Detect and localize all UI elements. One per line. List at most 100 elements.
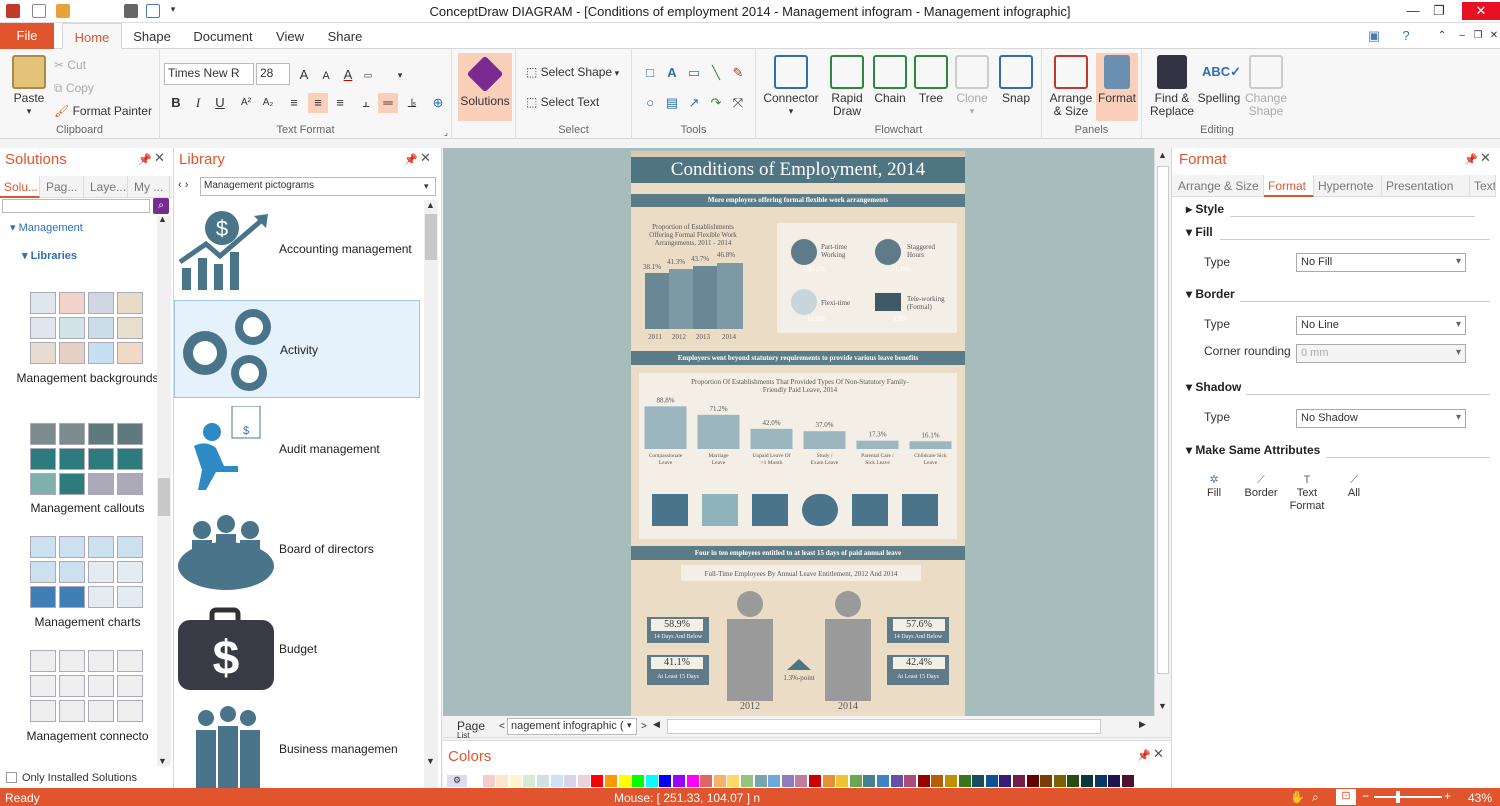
tab-hypernote[interactable]: Hypernote — [1314, 175, 1382, 197]
zoom-slider-thumb[interactable] — [1396, 791, 1400, 803]
zoom-in-icon[interactable]: + — [1444, 789, 1451, 803]
shadow-section[interactable]: ▾ Shadow — [1186, 380, 1241, 394]
format-panel-button[interactable]: Format — [1096, 53, 1138, 121]
format-pin-icon[interactable]: 📌 — [1464, 153, 1478, 166]
library-close-icon[interactable]: ✕ — [420, 150, 431, 166]
doc-close-icon[interactable]: ✕ — [1486, 28, 1500, 44]
horizontal-scrollbar[interactable] — [667, 719, 1101, 734]
solutions-button[interactable]: Solutions — [458, 53, 512, 121]
color-swatch[interactable] — [768, 775, 781, 787]
color-swatch[interactable] — [673, 775, 685, 787]
color-swatch[interactable] — [1081, 775, 1093, 787]
color-swatch[interactable] — [741, 775, 753, 787]
text-box-tool-icon[interactable]: ▤ — [664, 95, 680, 111]
copy-button[interactable]: ⧉ Copy — [54, 81, 94, 96]
tree-libraries[interactable]: ▾ Libraries — [22, 249, 77, 262]
color-swatch[interactable] — [659, 775, 672, 787]
tab-my-libraries[interactable]: My ... — [130, 176, 170, 198]
color-swatch[interactable] — [591, 775, 604, 787]
font-family-select[interactable]: Times New R — [164, 63, 254, 85]
color-swatch[interactable] — [1040, 775, 1053, 787]
pan-hand-icon[interactable]: ✋ — [1290, 790, 1305, 804]
library-pin-icon[interactable]: 📌 — [404, 153, 418, 166]
solutions-search-input[interactable] — [2, 199, 150, 213]
zoom-out-icon[interactable]: − — [1362, 789, 1369, 803]
drawing-canvas[interactable]: Conditions of Employment, 2014 More empl… — [443, 148, 1154, 716]
color-swatch[interactable] — [849, 775, 862, 787]
page-next-icon[interactable]: > — [641, 721, 647, 732]
color-swatch[interactable] — [550, 775, 563, 787]
format-painter-button[interactable]: 🖌 Format Painter — [54, 104, 152, 118]
color-swatch[interactable] — [1108, 775, 1121, 787]
tab-shape[interactable]: Shape — [128, 23, 176, 49]
style-section[interactable]: ▸ Style — [1186, 202, 1224, 216]
restore-button[interactable]: ❐ — [1424, 2, 1454, 20]
color-swatch[interactable] — [836, 775, 849, 787]
select-shape-button[interactable]: ⬚ Select Shape ▾ — [526, 65, 619, 79]
doc-minimize-icon[interactable]: – — [1454, 28, 1470, 44]
color-swatch[interactable] — [958, 775, 971, 787]
canvas-vertical-scrollbar[interactable]: ▲ ▼ — [1154, 148, 1171, 716]
font-size-select[interactable]: 28 — [256, 63, 290, 85]
cut-button[interactable]: ✂ Cut — [54, 58, 86, 72]
make-same-section[interactable]: ▾ Make Same Attributes — [1186, 443, 1320, 457]
library-nav-icon[interactable]: ‹ › — [178, 179, 188, 191]
close-button[interactable]: ✕ — [1462, 2, 1500, 20]
color-swatch[interactable] — [917, 775, 930, 787]
make-same-fill-button[interactable]: ✲ Fill — [1196, 474, 1232, 500]
tree-button[interactable]: Tree — [912, 55, 950, 105]
page-tab-dropdown-icon[interactable]: ▾ — [627, 720, 632, 731]
color-swatch[interactable] — [564, 775, 577, 787]
color-swatch[interactable] — [890, 775, 903, 787]
tab-layers[interactable]: Laye... — [86, 176, 128, 198]
colors-pin-icon[interactable]: 📌 — [1137, 749, 1151, 762]
arc-tool-icon[interactable]: ↷ — [708, 95, 724, 111]
scroll-thumb[interactable] — [425, 214, 437, 260]
tab-home[interactable]: Home — [62, 23, 122, 49]
text-options-dropdown-icon[interactable]: ▾ — [392, 67, 408, 83]
library-management-callouts[interactable]: Management callouts — [10, 501, 165, 516]
color-swatch[interactable] — [632, 775, 645, 787]
list-item-audit[interactable]: $ Audit management — [174, 400, 420, 498]
tab-view[interactable]: View — [268, 23, 312, 49]
page-list-button[interactable]: Page List — [457, 720, 485, 740]
tab-presentation[interactable]: Presentation — [1382, 175, 1470, 197]
library-dropdown-icon[interactable]: ▾ — [424, 181, 429, 192]
change-shape-button[interactable]: Change Shape — [1242, 55, 1290, 118]
color-swatch[interactable] — [523, 775, 536, 787]
corner-rounding-select[interactable]: 0 mm — [1296, 344, 1466, 363]
clone-button[interactable]: Clone ▾ — [952, 55, 992, 118]
solutions-pin-icon[interactable]: 📌 — [138, 153, 152, 166]
align-middle-icon[interactable]: ═ — [378, 93, 398, 113]
ellipse-tool-icon[interactable]: ○ — [642, 95, 658, 111]
scroll-up-icon[interactable]: ▲ — [158, 214, 167, 224]
font-color-icon[interactable]: A — [340, 67, 356, 83]
library-management-charts[interactable]: Management charts — [10, 615, 165, 630]
color-swatch[interactable] — [754, 775, 767, 787]
color-swatch[interactable] — [1053, 775, 1066, 787]
paste-button[interactable]: Paste ▾ — [8, 55, 50, 118]
tree-management[interactable]: ▾ Management — [10, 221, 83, 234]
subscript-icon[interactable]: A₂ — [260, 95, 276, 111]
scroll-down-icon[interactable]: ▼ — [426, 756, 435, 766]
chain-button[interactable]: Chain — [870, 55, 910, 105]
zoom-slider[interactable] — [1374, 796, 1442, 798]
solutions-scrollbar[interactable]: ▲ ▼ — [157, 214, 171, 766]
text-direction-icon[interactable]: ⊕ — [430, 95, 446, 111]
color-swatch[interactable] — [822, 775, 835, 787]
make-same-text-button[interactable]: T Text Format — [1286, 474, 1328, 513]
select-text-button[interactable]: ⬚ Select Text — [526, 95, 599, 109]
scroll-thumb[interactable] — [1157, 166, 1169, 674]
infographic[interactable]: Conditions of Employment, 2014 More empl… — [631, 151, 965, 716]
tab-share[interactable]: Share — [322, 23, 368, 49]
underline-icon[interactable]: U — [212, 95, 228, 111]
color-swatch[interactable] — [945, 775, 957, 787]
shadow-type-select[interactable]: No Shadow — [1296, 409, 1466, 428]
zoom-tool-icon[interactable]: ⌕ — [1312, 790, 1319, 805]
page-prev-icon[interactable]: < — [499, 721, 505, 732]
color-swatch[interactable] — [985, 775, 998, 787]
color-swatch[interactable] — [509, 775, 522, 787]
color-swatch[interactable] — [605, 775, 617, 787]
colors-close-icon[interactable]: ✕ — [1153, 746, 1164, 762]
color-swatch[interactable] — [931, 775, 944, 787]
